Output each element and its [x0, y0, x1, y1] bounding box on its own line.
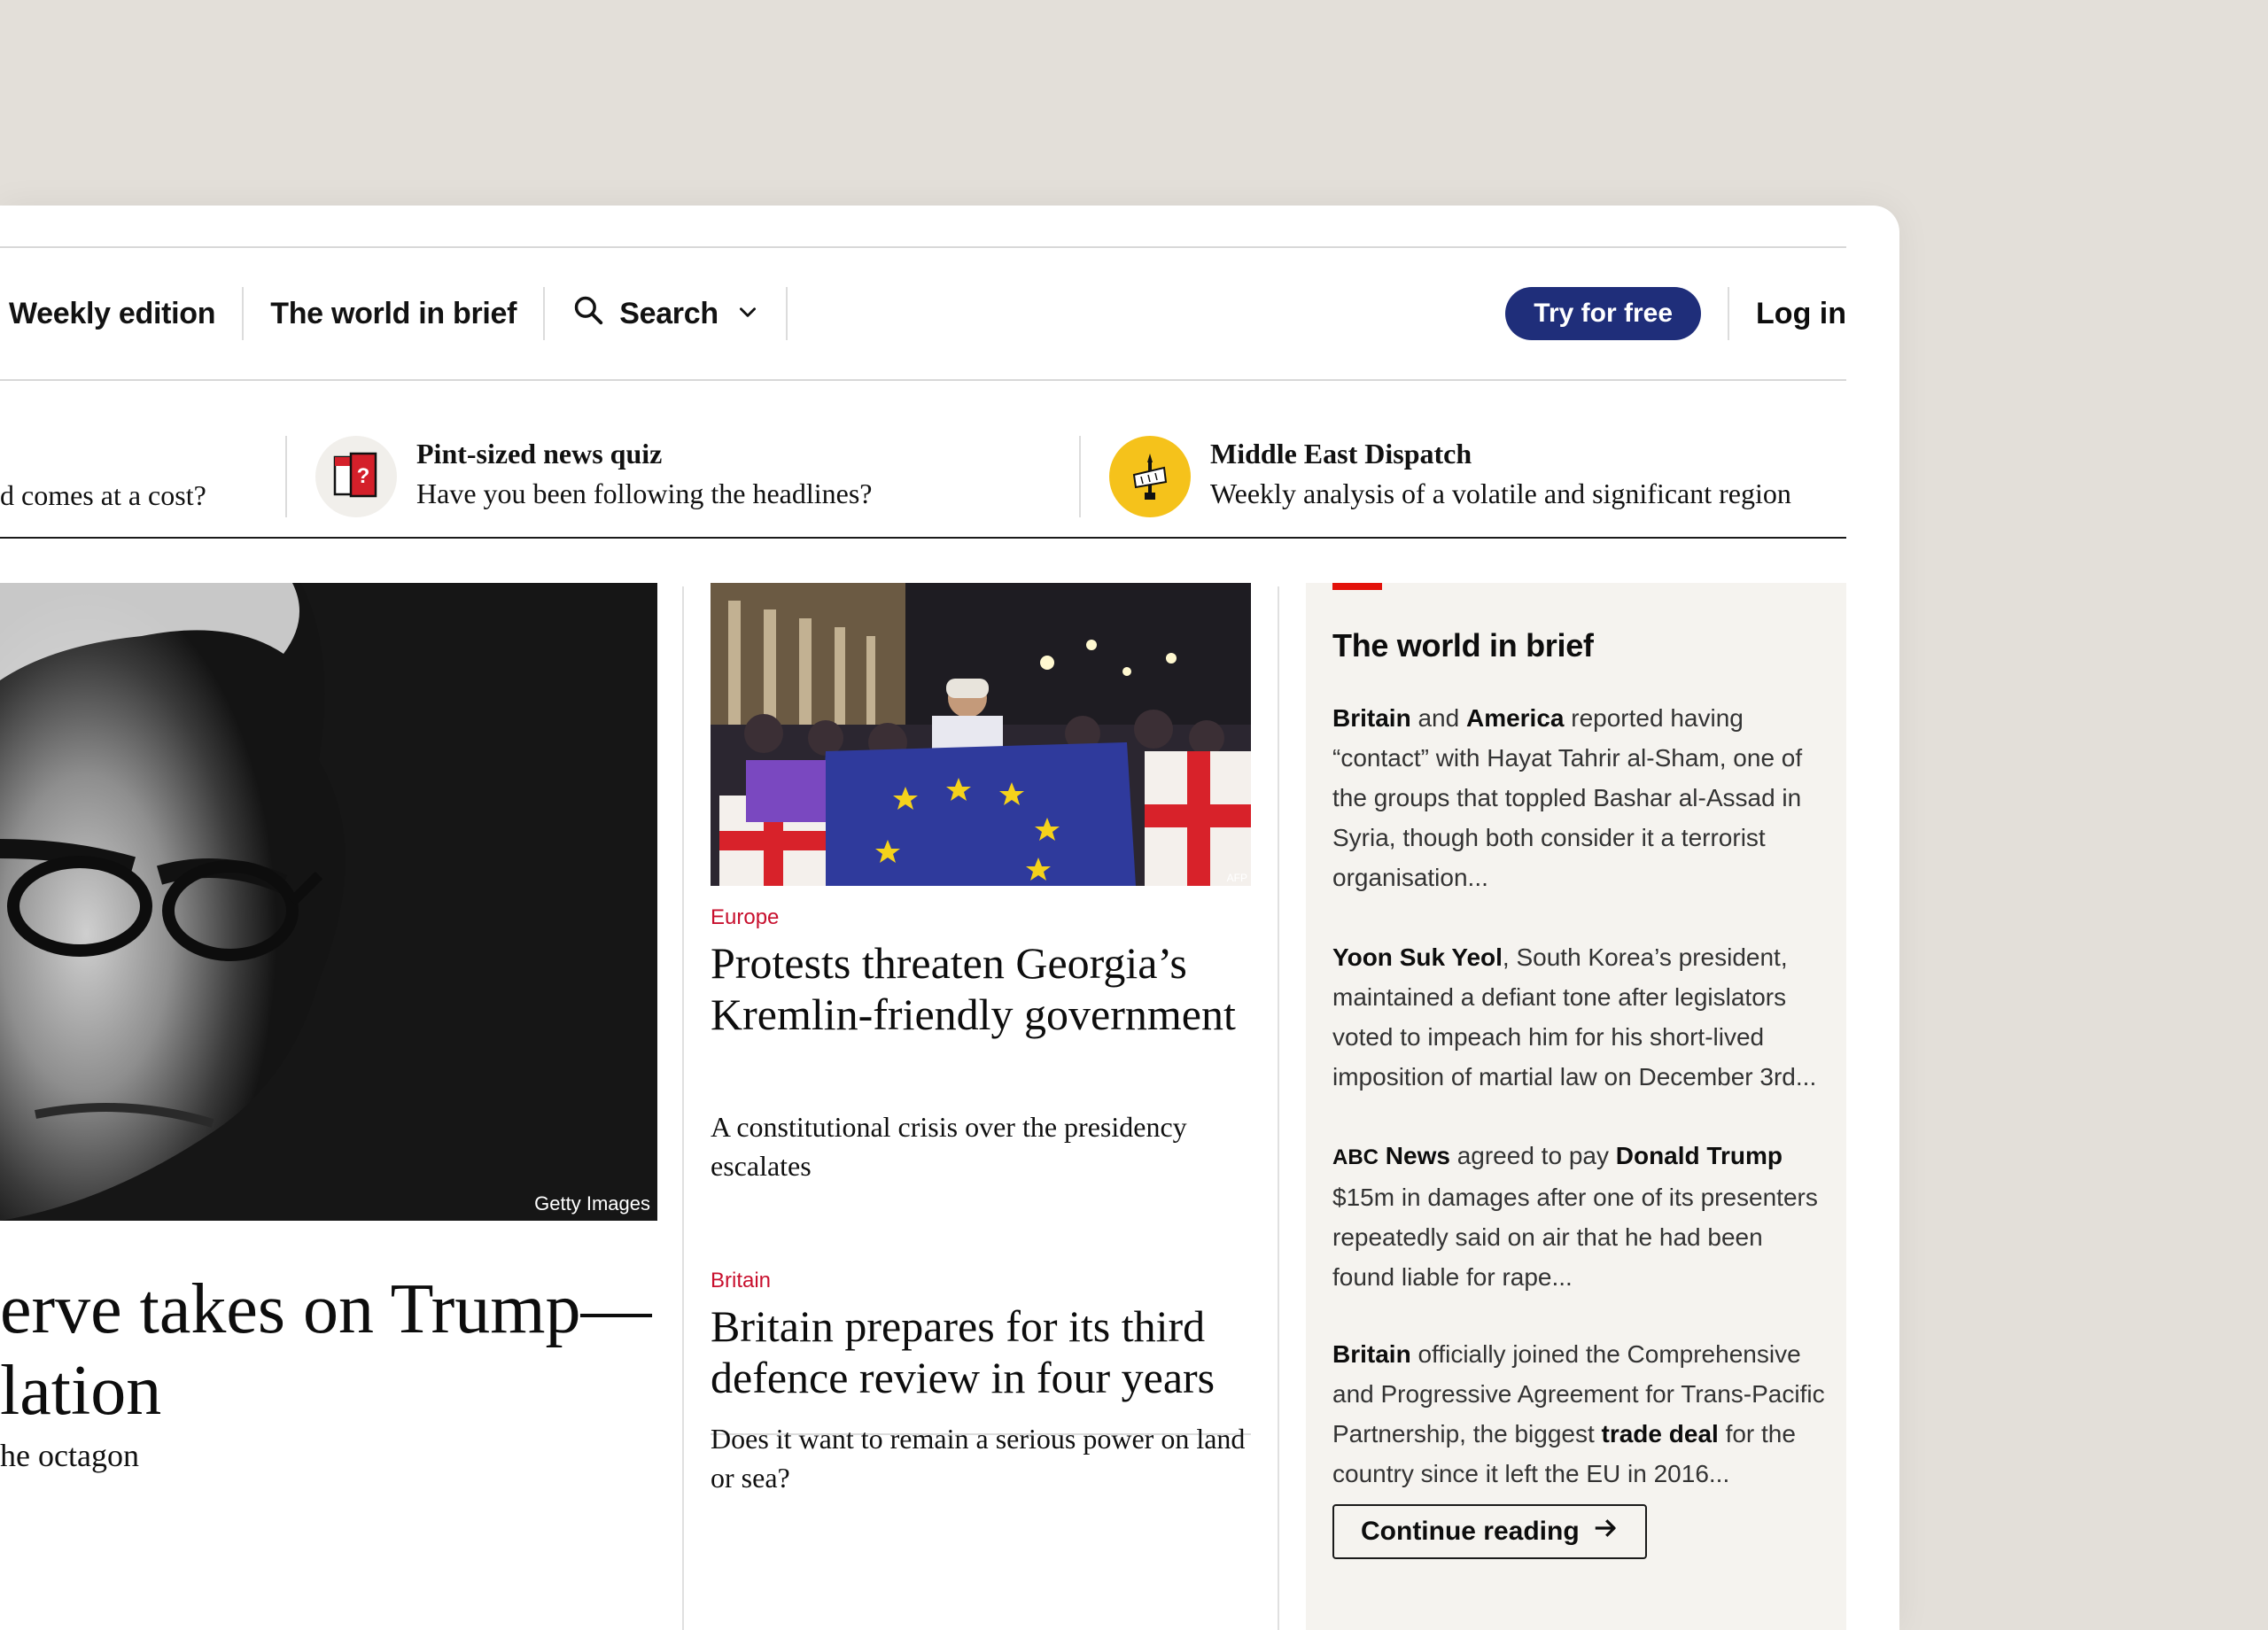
lead-story-image[interactable]: Getty Images — [0, 583, 657, 1221]
dispatch-icon[interactable] — [1109, 436, 1191, 517]
brief-text: and — [1410, 704, 1466, 732]
search-label: Search — [619, 296, 718, 330]
quiz-title: Pint-sized news quiz — [416, 438, 663, 470]
nav-weekly-edition[interactable]: Weekly edition — [0, 287, 245, 340]
lead-headline-line1: erve takes on Trump— — [0, 1270, 652, 1348]
dispatch-sub: Weekly analysis of a volatile and signif… — [1210, 477, 1791, 509]
story-image-credit: AFP — [1226, 872, 1247, 884]
dispatch-promo[interactable]: Middle East Dispatch Weekly analysis of … — [1210, 434, 1791, 514]
column-divider — [682, 586, 684, 1630]
brief-item[interactable]: Britain and America reported having “con… — [1332, 698, 1829, 897]
brief-text: $15m in damages after one of its present… — [1332, 1184, 1818, 1291]
section-label-europe[interactable]: Europe — [711, 905, 779, 930]
brief-bold: Britain — [1332, 1340, 1411, 1368]
brief-bold: Britain — [1332, 704, 1411, 732]
continue-reading-button[interactable]: Continue reading — [1332, 1504, 1647, 1559]
search-button[interactable]: Search — [545, 287, 788, 340]
svg-text:?: ? — [357, 464, 370, 488]
world-in-brief-panel: The world in brief Britain and America r… — [1306, 583, 1846, 1630]
main-nav: Weekly edition The world in brief Search… — [0, 248, 1846, 381]
promo-strip: d comes at a cost? ? Pint-sized news qui… — [0, 383, 1846, 539]
georgia-protest-image[interactable]: AFP — [711, 583, 1251, 886]
nav-right: Try for free Log in — [1505, 287, 1846, 340]
brief-title[interactable]: The world in brief — [1332, 627, 1594, 664]
column-divider — [1278, 586, 1279, 1630]
browser-window: Weekly edition The world in brief Search… — [0, 206, 1899, 1630]
promo-partial-sub[interactable]: d comes at a cost? — [0, 475, 206, 516]
abc-logo-text: ABC — [1332, 1145, 1379, 1169]
continue-reading-label: Continue reading — [1361, 1517, 1580, 1546]
brief-item[interactable]: ABC News agreed to pay Donald Trump $15m… — [1332, 1136, 1829, 1297]
brief-bold: Donald Trump — [1615, 1142, 1783, 1169]
brief-bold: Yoon Suk Yeol — [1332, 943, 1503, 971]
brief-bold: America — [1465, 704, 1565, 732]
brief-accent-bar — [1332, 583, 1382, 590]
lead-headline[interactable]: erve takes on Trump— lation — [0, 1269, 657, 1432]
promo-divider — [285, 436, 287, 517]
brief-text: agreed to pay — [1449, 1142, 1616, 1169]
lead-headline-line2: lation — [0, 1352, 162, 1430]
britain-subheading: Does it want to remain a serious power o… — [711, 1423, 1246, 1494]
brief-bold: trade deal — [1601, 1420, 1719, 1448]
lead-image-credit: Getty Images — [534, 1192, 650, 1215]
chevron-down-icon — [733, 297, 759, 331]
quiz-promo[interactable]: Pint-sized news quiz Have you been follo… — [416, 434, 873, 514]
georgia-headline[interactable]: Protests threaten Georgia’s Kremlin-frie… — [711, 937, 1260, 1040]
section-label-britain[interactable]: Britain — [711, 1269, 771, 1293]
lead-subheading: he octagon — [0, 1438, 139, 1473]
quiz-sub: Have you been following the headlines? — [416, 477, 873, 509]
try-for-free-button[interactable]: Try for free — [1505, 287, 1702, 340]
promo-divider — [1079, 436, 1081, 517]
search-icon — [571, 293, 605, 335]
brief-text: reported having “contact” with Hayat Tah… — [1332, 704, 1803, 891]
dispatch-title: Middle East Dispatch — [1210, 438, 1472, 470]
brief-item[interactable]: Yoon Suk Yeol, South Korea’s president, … — [1332, 937, 1829, 1097]
britain-headline[interactable]: Britain prepares for its third defence r… — [711, 1300, 1260, 1403]
news-quiz-icon[interactable]: ? — [315, 436, 397, 517]
brief-bold: News — [1379, 1142, 1450, 1169]
arrow-right-icon — [1592, 1515, 1619, 1548]
log-in-link[interactable]: Log in — [1728, 287, 1846, 340]
brief-item[interactable]: Britain officially joined the Comprehens… — [1332, 1334, 1829, 1494]
nav-world-in-brief[interactable]: The world in brief — [244, 287, 546, 340]
georgia-subheading: A constitutional crisis over the preside… — [711, 1111, 1187, 1182]
